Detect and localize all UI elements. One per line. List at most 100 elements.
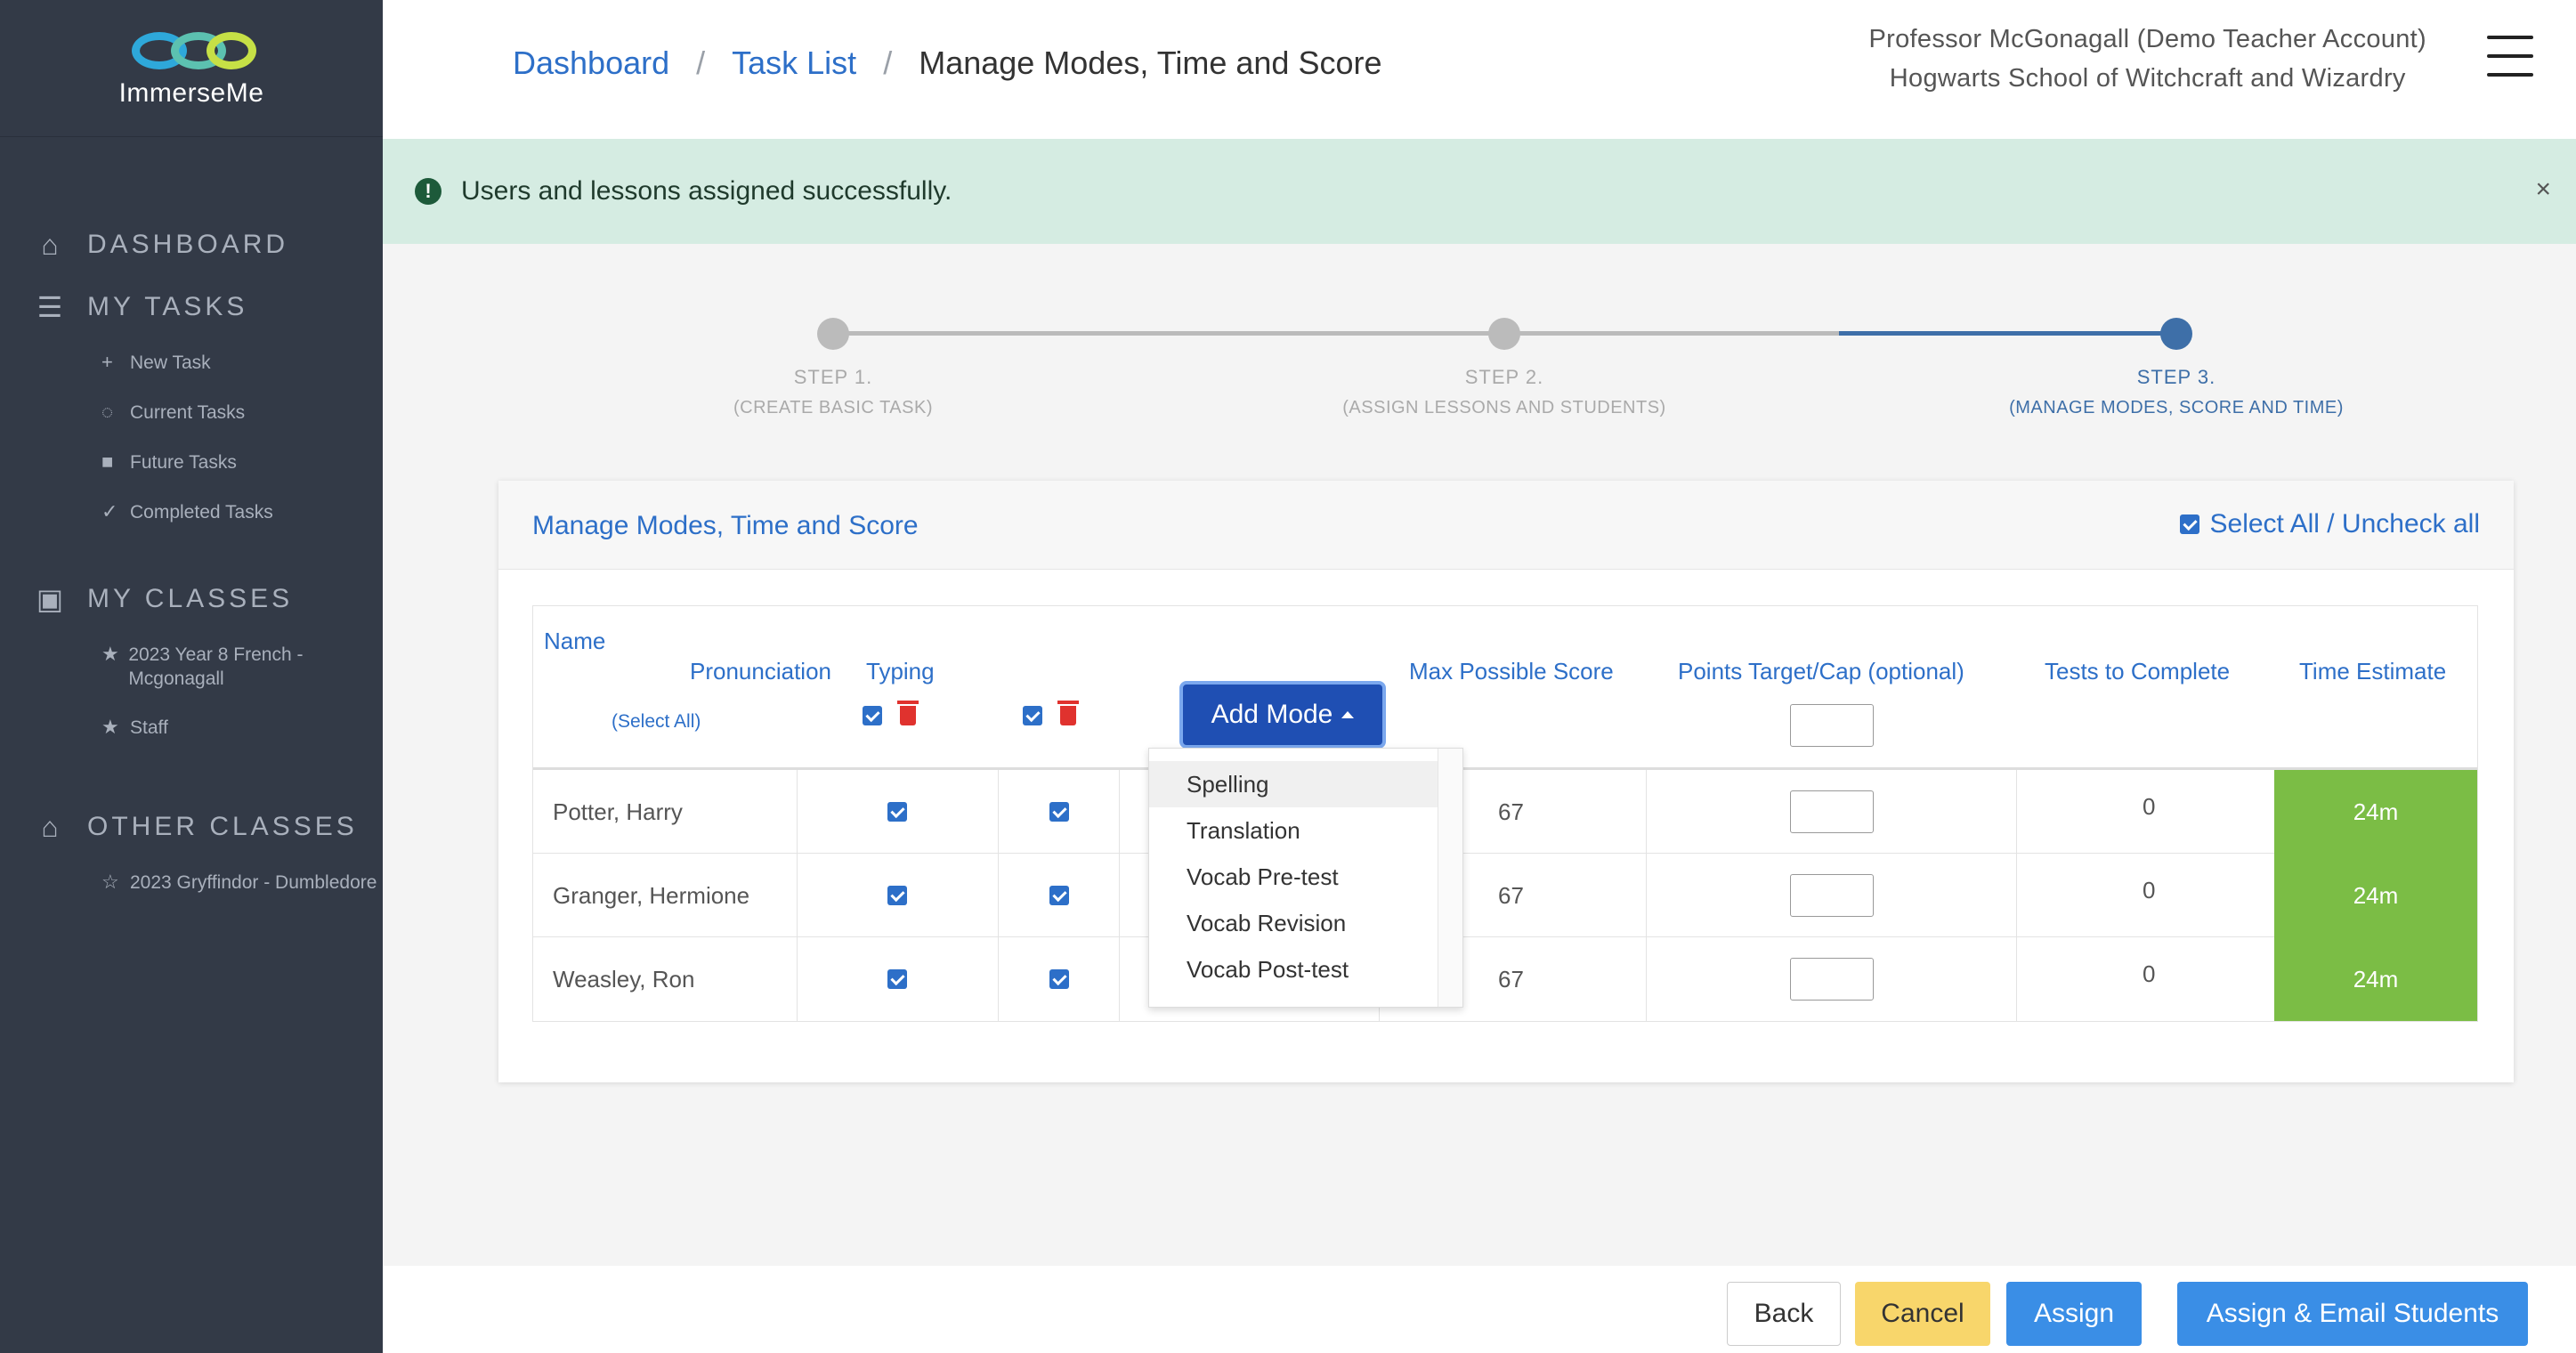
sidebar-item-label: Staff — [130, 717, 168, 738]
user-name: Professor McGonagall (Demo Teacher Accou… — [1868, 25, 2426, 53]
step-title: STEP 3. — [2136, 366, 2216, 388]
sidebar-item-class-staff[interactable]: ★ Staff — [0, 703, 383, 753]
sidebar-item-class-gryffindor[interactable]: ☆ 2023 Gryffindor - Dumbledore — [0, 858, 383, 931]
table-row: Weasley, Ron 67 0 24m — [533, 937, 2477, 1021]
table-row: Granger, Hermione 67 0 24m — [533, 854, 2477, 937]
sidebar-item-label: MY TASKS — [87, 292, 248, 321]
assign-email-button[interactable]: Assign & Email Students — [2177, 1282, 2528, 1346]
checkbox-checked-icon[interactable] — [2179, 514, 2199, 534]
points-target-input[interactable] — [1790, 770, 1874, 854]
table-row: Potter, Harry 67 0 24m — [533, 770, 2477, 854]
dropdown-scrollbar[interactable] — [1438, 749, 1462, 1007]
list-icon: ☰ — [36, 291, 67, 323]
points-target-input[interactable] — [1790, 937, 1874, 1021]
sidebar-item-new-task[interactable]: + New Task — [0, 338, 383, 388]
typing-delete-icon[interactable] — [1057, 701, 1079, 725]
points-target-all-input[interactable] — [1790, 704, 1874, 747]
time-estimate: 24m — [2274, 770, 2477, 854]
sidebar-item-other-classes[interactable]: ⌂ OTHER CLASSES — [0, 796, 383, 858]
spinner-icon: ◌ — [101, 401, 114, 423]
mode-option-translation[interactable]: Translation — [1149, 807, 1438, 854]
sidebar-item-completed-tasks[interactable]: ✓ Completed Tasks — [0, 488, 383, 538]
pronunciation-delete-icon[interactable] — [897, 701, 919, 725]
pronunciation-checkbox[interactable] — [887, 886, 907, 905]
step-1[interactable]: STEP 1. (CREATE BASIC TASK) — [611, 312, 1056, 418]
plus-icon: + — [101, 351, 113, 373]
table-header: Name (Select All) Pronunciation Typing A… — [533, 606, 2477, 770]
star-outline-icon: ☆ — [101, 871, 119, 893]
points-target-input[interactable] — [1790, 854, 1874, 937]
typing-checkbox[interactable] — [1049, 802, 1069, 822]
breadcrumb-dashboard[interactable]: Dashboard — [513, 45, 669, 82]
logo-text: ImmerseMe — [118, 77, 264, 108]
sidebar-item-future-tasks[interactable]: ■ Future Tasks — [0, 438, 383, 488]
lock-icon: ■ — [101, 450, 114, 473]
exclamation-icon: ! — [415, 178, 441, 205]
typing-header-controls — [1023, 701, 1079, 730]
top-header: Dashboard / Task List / Manage Modes, Ti… — [383, 0, 2576, 139]
step-2[interactable]: STEP 2. (ASSIGN LESSONS AND STUDENTS) — [1282, 312, 1727, 418]
add-mode-dropdown: Spelling Translation Vocab Pre-test Voca… — [1148, 748, 1463, 1008]
sidebar-item-current-tasks[interactable]: ◌ Current Tasks — [0, 388, 383, 438]
student-name: Potter, Harry — [553, 798, 683, 825]
step-subtitle: (CREATE BASIC TASK) — [733, 398, 933, 417]
column-typing: Typing — [866, 658, 935, 685]
breadcrumb-task-list[interactable]: Task List — [732, 45, 856, 82]
select-all-label: Select All / Uncheck all — [2209, 509, 2480, 539]
time-estimate: 24m — [2274, 854, 2477, 937]
step-3[interactable]: STEP 3. (MANAGE MODES, SCORE AND TIME) — [1954, 312, 2399, 418]
add-mode-label: Add Mode — [1211, 700, 1333, 729]
tests-to-complete: 0 — [2143, 876, 2156, 903]
star-filled-icon: ★ — [101, 716, 119, 738]
mode-option-spelling[interactable]: Spelling — [1149, 761, 1438, 807]
star-filled-icon: ★ — [101, 643, 119, 665]
select-all-toggle[interactable]: Select All / Uncheck all — [2179, 509, 2480, 539]
sidebar-item-my-tasks[interactable]: ☰ MY TASKS — [0, 276, 383, 338]
breadcrumb: Dashboard / Task List / Manage Modes, Ti… — [513, 45, 1381, 82]
max-score: 67 — [1498, 965, 1524, 992]
alert-message: Users and lessons assigned successfully. — [461, 176, 952, 206]
column-points-target: Points Target/Cap (optional) — [1678, 658, 1964, 685]
stepper: STEP 1. (CREATE BASIC TASK) STEP 2. (ASS… — [383, 312, 2576, 427]
sidebar-item-class-french[interactable]: ★ 2023 Year 8 French - Mcgonagall — [0, 630, 383, 703]
footer-actions: Back Cancel Assign Assign & Email Studen… — [383, 1266, 2576, 1353]
mode-option-vocab-revision[interactable]: Vocab Revision — [1149, 900, 1438, 946]
pronunciation-checkbox[interactable] — [887, 802, 907, 822]
max-score: 67 — [1498, 798, 1524, 825]
sidebar-item-label: 2023 Year 8 French - Mcgonagall — [128, 644, 304, 689]
hamburger-menu-icon[interactable] — [2487, 36, 2533, 77]
mode-option-vocab-post-test[interactable]: Vocab Post-test — [1149, 946, 1438, 992]
manage-modes-card: Manage Modes, Time and Score Select All … — [498, 481, 2514, 1082]
sidebar-item-label: Completed Tasks — [130, 502, 273, 523]
back-button[interactable]: Back — [1727, 1282, 1841, 1346]
sidebar: ImmerseMe ⌂ DASHBOARD ☰ MY TASKS + New T… — [0, 0, 383, 1353]
sidebar-item-my-classes[interactable]: ▣ MY CLASSES — [0, 568, 383, 630]
pronunciation-select-all-checkbox[interactable] — [863, 706, 882, 725]
tests-to-complete: 0 — [2143, 792, 2156, 820]
column-name[interactable]: Name — [544, 628, 605, 655]
assign-button[interactable]: Assign — [2006, 1282, 2142, 1346]
classroom-icon: ▣ — [36, 583, 68, 615]
add-mode-button[interactable]: Add Mode — [1179, 681, 1386, 749]
page-title: Manage Modes, Time and Score — [919, 45, 1382, 81]
typing-checkbox[interactable] — [1049, 886, 1069, 905]
breadcrumb-separator: / — [883, 45, 893, 81]
column-max-score: Max Possible Score — [1409, 658, 1614, 685]
sidebar-item-label: New Task — [130, 352, 211, 373]
pronunciation-checkbox[interactable] — [887, 969, 907, 989]
typing-checkbox[interactable] — [1049, 969, 1069, 989]
caret-up-icon — [1341, 711, 1355, 718]
cancel-button[interactable]: Cancel — [1855, 1282, 1990, 1346]
typing-select-all-checkbox[interactable] — [1023, 706, 1042, 725]
tests-to-complete: 0 — [2143, 960, 2156, 987]
close-icon[interactable]: × — [2535, 174, 2551, 205]
step-dot — [2160, 318, 2192, 350]
student-name: Granger, Hermione — [553, 881, 750, 909]
select-all-link[interactable]: (Select All) — [612, 711, 701, 733]
breadcrumb-separator: / — [696, 45, 706, 81]
mode-option-vocab-pre-test[interactable]: Vocab Pre-test — [1149, 854, 1438, 900]
sidebar-item-dashboard[interactable]: ⌂ DASHBOARD — [0, 214, 383, 276]
step-title: STEP 2. — [1464, 366, 1544, 388]
logo[interactable]: ImmerseMe — [0, 0, 383, 137]
user-info: Professor McGonagall (Demo Teacher Accou… — [1869, 20, 2426, 98]
